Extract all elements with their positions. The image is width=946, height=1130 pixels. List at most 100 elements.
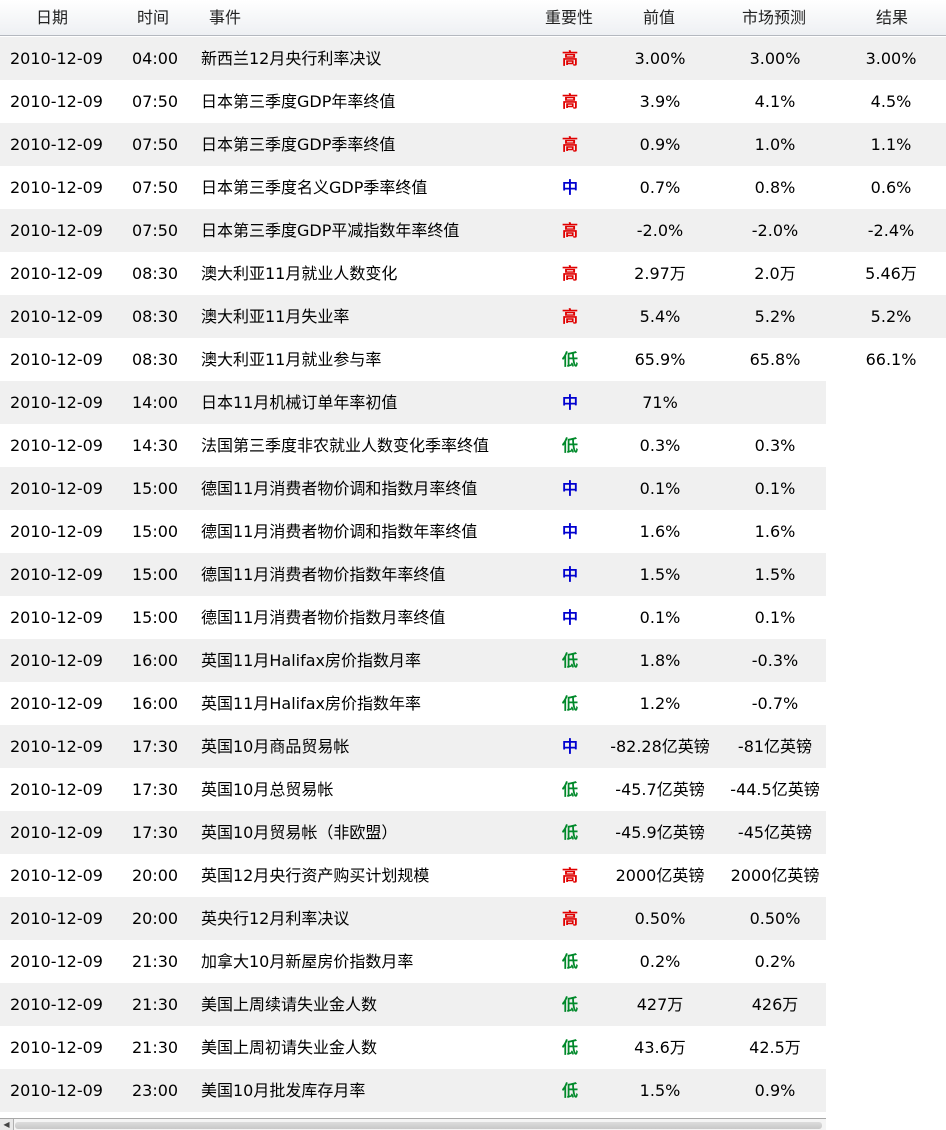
cell-forecast: 2.0万 xyxy=(754,264,796,283)
table-row[interactable]: 2010-12-09 15:00 德国11月消费者物价调和指数年率终值 中 1.6% 1.… xyxy=(0,510,826,553)
cell-time: 17:30 xyxy=(132,737,179,756)
cell-result: 5.46万 xyxy=(865,264,917,283)
table-row[interactable]: 2010-12-09 04:00 新西兰12月央行利率决议 高 3.00% 3.00% 3.… xyxy=(0,37,946,80)
cell-forecast: -2.0% xyxy=(751,221,799,240)
cell-event: 英国10月总贸易帐 xyxy=(201,780,334,799)
cell-forecast: 42.5万 xyxy=(749,1038,801,1057)
cell-result xyxy=(840,1069,942,1112)
table-row[interactable]: 2010-12-09 14:30 法国第三季度非农就业人数变化季率终值 低 0.3% 0.… xyxy=(0,424,826,467)
cell-forecast: -81亿英镑 xyxy=(737,737,813,756)
table-row[interactable]: 2010-12-09 07:50 日本第三季度GDP季率终值 高 0.9% 1.0% 1.1… xyxy=(0,123,946,166)
cell-event: 新西兰12月央行利率决议 xyxy=(201,49,382,68)
cell-previous: 427万 xyxy=(636,995,684,1014)
cell-forecast: 0.50% xyxy=(749,909,801,928)
cell-importance: 中 xyxy=(561,178,578,197)
cell-forecast: -45亿英镑 xyxy=(737,823,813,842)
cell-event: 英国11月Halifax房价指数年率 xyxy=(201,694,421,713)
table-row[interactable]: 2010-12-09 15:00 德国11月消费者物价调和指数月率终值 中 0.1% 0.… xyxy=(0,467,826,510)
table-row[interactable]: 2010-12-09 20:00 英央行12月利率决议 高 0.50% 0.50% xyxy=(0,897,826,940)
table-row[interactable]: 2010-12-09 21:30 美国上周初请失业金人数 低 43.6万 42.5万 xyxy=(0,1026,826,1069)
cell-importance: 低 xyxy=(561,694,578,713)
cell-result xyxy=(840,424,942,467)
cell-forecast: 0.1% xyxy=(754,608,796,627)
cell-importance: 中 xyxy=(561,608,578,627)
table-row[interactable]: 2010-12-09 07:50 日本第三季度名义GDP季率终值 中 0.7% 0.8% 0… xyxy=(0,166,946,209)
table-row[interactable]: 2010-12-09 15:00 德国11月消费者物价指数月率终值 中 0.1% 0.1% xyxy=(0,596,826,639)
cell-time: 14:30 xyxy=(132,436,179,455)
cell-importance: 低 xyxy=(561,1038,578,1057)
table-header: 日期 时间 事件 重要性 前值 市场预测 结果 xyxy=(0,0,946,36)
cell-previous: 1.5% xyxy=(639,1081,681,1100)
header-date[interactable]: 日期 xyxy=(36,0,68,36)
cell-previous: 1.8% xyxy=(639,651,681,670)
table-row[interactable]: 2010-12-09 21:30 加拿大10月新屋房价指数月率 低 0.2% 0.2% xyxy=(0,940,826,983)
cell-time: 07:50 xyxy=(132,135,179,154)
cell-date: 2010-12-09 xyxy=(10,608,103,627)
cell-previous: 0.50% xyxy=(634,909,686,928)
table-row[interactable]: 2010-12-09 16:00 英国11月Halifax房价指数年率 低 1.2% -0… xyxy=(0,682,826,725)
cell-time: 07:50 xyxy=(132,221,179,240)
table-row[interactable]: 2010-12-09 17:30 英国10月商品贸易帐 中 -82.28亿英镑 -81亿英… xyxy=(0,725,826,768)
table-row[interactable]: 2010-12-09 08:30 澳大利亚11月就业参与率 低 65.9% 65.8% 66… xyxy=(0,338,946,381)
table-row[interactable]: 2010-12-09 07:50 日本第三季度GDP年率终值 高 3.9% 4.1% 4.5… xyxy=(0,80,946,123)
cell-importance: 中 xyxy=(561,393,578,412)
header-previous[interactable]: 前值 xyxy=(643,0,675,36)
table-row[interactable]: 2010-12-09 14:00 日本11月机械订单年率初值 中 71% xyxy=(0,381,826,424)
cell-result xyxy=(840,510,942,553)
cell-importance: 高 xyxy=(561,221,578,240)
cell-result xyxy=(840,1026,942,1069)
cell-forecast: -44.5亿英镑 xyxy=(730,780,820,799)
scrollbar-thumb[interactable] xyxy=(15,1122,822,1129)
cell-importance: 低 xyxy=(561,651,578,670)
cell-importance: 低 xyxy=(561,780,578,799)
cell-forecast: 4.1% xyxy=(754,92,796,111)
table-row[interactable]: 2010-12-09 21:30 美国上周续请失业金人数 低 427万 426万 xyxy=(0,983,826,1026)
header-forecast[interactable]: 市场预测 xyxy=(742,0,806,36)
cell-result: -2.4% xyxy=(867,221,915,240)
table-row[interactable]: 2010-12-09 15:00 德国11月消费者物价指数年率终值 中 1.5% 1.5% xyxy=(0,553,826,596)
cell-result xyxy=(840,596,942,639)
cell-date: 2010-12-09 xyxy=(10,522,103,541)
cell-forecast: -0.7% xyxy=(751,694,799,713)
table-row[interactable]: 2010-12-09 07:50 日本第三季度GDP平减指数年率终值 高 -2.0% -2… xyxy=(0,209,946,252)
cell-previous: 1.2% xyxy=(639,694,681,713)
scroll-left-arrow-icon[interactable]: ◀ xyxy=(0,1119,14,1130)
cell-time: 08:30 xyxy=(132,307,179,326)
header-event[interactable]: 事件 xyxy=(209,0,241,36)
cell-time: 15:00 xyxy=(132,479,179,498)
cell-importance: 高 xyxy=(561,307,578,326)
header-time[interactable]: 时间 xyxy=(137,0,169,36)
cell-date: 2010-12-09 xyxy=(10,49,103,68)
cell-importance: 低 xyxy=(561,1081,578,1100)
table-row[interactable]: 2010-12-09 20:00 英国12月央行资产购买计划规模 高 2000亿英镑 20… xyxy=(0,854,826,897)
table-row[interactable]: 2010-12-09 17:30 英国10月贸易帐（非欧盟） 低 -45.9亿英镑 -45… xyxy=(0,811,826,854)
cell-result: 3.00% xyxy=(865,49,917,68)
table-row[interactable]: 2010-12-09 16:00 英国11月Halifax房价指数月率 低 1.8% -0… xyxy=(0,639,826,682)
cell-time: 15:00 xyxy=(132,522,179,541)
cell-result xyxy=(840,897,942,940)
table-row[interactable]: 2010-12-09 17:30 英国10月总贸易帐 低 -45.7亿英镑 -44.5亿英… xyxy=(0,768,826,811)
cell-event: 日本第三季度GDP季率终值 xyxy=(201,135,396,154)
cell-previous: 3.00% xyxy=(634,49,686,68)
header-importance[interactable]: 重要性 xyxy=(545,0,593,36)
cell-event: 日本11月机械订单年率初值 xyxy=(201,393,398,412)
cell-importance: 高 xyxy=(561,909,578,928)
cell-result: 66.1% xyxy=(865,350,917,369)
cell-result xyxy=(840,682,942,725)
cell-previous: 0.3% xyxy=(639,436,681,455)
cell-forecast: 0.1% xyxy=(754,479,796,498)
cell-date: 2010-12-09 xyxy=(10,178,103,197)
cell-time: 08:30 xyxy=(132,350,179,369)
cell-date: 2010-12-09 xyxy=(10,823,103,842)
cell-date: 2010-12-09 xyxy=(10,651,103,670)
cell-result xyxy=(840,639,942,682)
table-row[interactable]: 2010-12-09 08:30 澳大利亚11月失业率 高 5.4% 5.2% 5.2% xyxy=(0,295,946,338)
table-row[interactable]: 2010-12-09 23:00 美国10月批发库存月率 低 1.5% 0.9% xyxy=(0,1069,826,1112)
cell-importance: 高 xyxy=(561,92,578,111)
cell-previous: 0.9% xyxy=(639,135,681,154)
cell-date: 2010-12-09 xyxy=(10,866,103,885)
horizontal-scrollbar[interactable]: ◀ xyxy=(0,1118,826,1130)
table-row[interactable]: 2010-12-09 08:30 澳大利亚11月就业人数变化 高 2.97万 2.0万 5.… xyxy=(0,252,946,295)
header-result[interactable]: 结果 xyxy=(876,0,908,36)
cell-event: 英国10月商品贸易帐 xyxy=(201,737,350,756)
